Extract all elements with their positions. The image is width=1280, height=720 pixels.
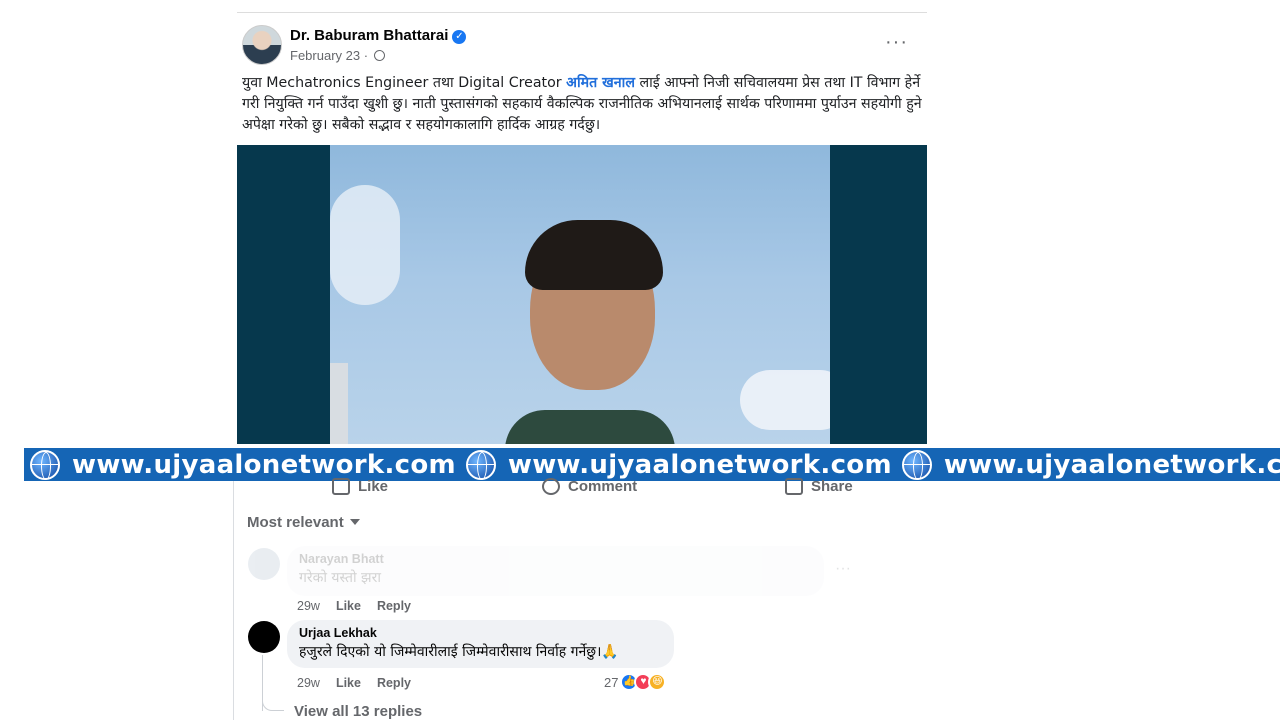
comment-bubble: Urjaa Lekhak हजुरले दिएको यो जिम्मेवारील… [287,620,674,668]
commenter-name[interactable]: Narayan Bhatt [299,552,812,566]
globe-icon [901,449,932,480]
banner-item: www.ujyaalonetwork.com [30,449,456,480]
author-name-row: Dr. Baburam Bhattarai ✓ [290,27,467,44]
globe-icon [465,449,496,480]
comment-time[interactable]: 29w [297,599,320,613]
post-date[interactable]: February 23 [290,48,360,63]
view-replies-link[interactable]: View all 13 replies [294,703,422,720]
cloud-shape [330,185,400,305]
post-text-start: युवा Mechatronics Engineer तथा Digital C… [242,75,567,91]
banner-url: www.ujyaalonetwork.com [943,449,1280,480]
comment-reply-button[interactable]: Reply [377,599,411,613]
comment-reply-button[interactable]: Reply [377,676,411,690]
comment-more-button[interactable]: ··· [835,560,851,578]
comment-reactions[interactable]: 27 👍 ♥ 😆 [604,673,667,691]
reply-thread-curve [262,695,284,711]
photo-image [330,145,830,444]
comment-label: Comment [568,478,638,495]
comment-bubble: Narayan Bhatt गरेको यस्तो झरा [287,546,824,596]
share-label: Share [811,478,853,495]
person-hair-shape [525,220,663,290]
commenter-name[interactable]: Urjaa Lekhak [299,626,662,640]
banner-url: www.ujyaalonetwork.com [72,449,456,480]
commenter-avatar[interactable] [248,548,280,580]
cloud-shape [740,370,830,430]
like-button[interactable]: Like [332,478,388,495]
like-label: Like [358,478,389,495]
comment-button[interactable]: Comment [542,478,637,495]
thumbs-up-icon [332,478,350,495]
person-shirt-shape [505,410,675,444]
post-meta: February 23 · [290,48,385,63]
verified-badge-icon: ✓ [452,30,467,44]
haha-reaction-icon: 😆 [648,673,667,691]
post-text: युवा Mechatronics Engineer तथा Digital C… [242,73,924,136]
building-shape [330,363,348,444]
comment-bubble-icon [542,478,560,495]
reaction-count: 27 [604,674,619,690]
post-more-options-button[interactable]: ··· [885,31,908,54]
globe-icon [30,449,60,480]
author-avatar[interactable] [242,25,282,65]
date-separator: · [360,48,372,63]
caret-down-icon [349,519,360,525]
mention-link[interactable]: अमित खनाल [566,75,635,91]
banner-url: www.ujyaalonetwork.com [507,449,892,480]
sort-label: Most relevant [247,514,344,531]
share-button[interactable]: Share [785,478,853,495]
banner-item: www.ujyaalonetwork.com [465,449,892,480]
post-card: Dr. Baburam Bhattarai ✓ February 23 · ···… [237,12,927,444]
comment-time[interactable]: 29w [297,676,320,690]
comment-like-button[interactable]: Like [336,676,361,690]
post-header: Dr. Baburam Bhattarai ✓ February 23 · ··· [242,25,922,67]
watermark-banner: www.ujyaalonetwork.com www.ujyaalonetwor… [24,448,1280,481]
facebook-post-screenshot: Dr. Baburam Bhattarai ✓ February 23 · ···… [0,0,1280,720]
public-globe-icon [373,50,385,61]
post-photo[interactable] [237,145,927,444]
post-action-bar: Like Comment Share [237,478,927,500]
commenter-avatar[interactable] [248,621,280,653]
divider [233,481,234,720]
author-name[interactable]: Dr. Baburam Bhattarai [290,27,448,44]
banner-item: www.ujyaalonetwork.com [901,449,1280,480]
comment-meta: 29w Like Reply [297,599,411,613]
comment-text: गरेको यस्तो झरा [299,570,381,586]
share-arrow-icon [785,478,803,495]
comment-sort-dropdown[interactable]: Most relevant [247,514,360,531]
comment-text: हजुरले दिएको यो जिम्मेवारीलाई जिम्मेवारी… [299,644,619,660]
comment-like-button[interactable]: Like [336,599,361,613]
comment-meta: 29w Like Reply [297,676,411,690]
